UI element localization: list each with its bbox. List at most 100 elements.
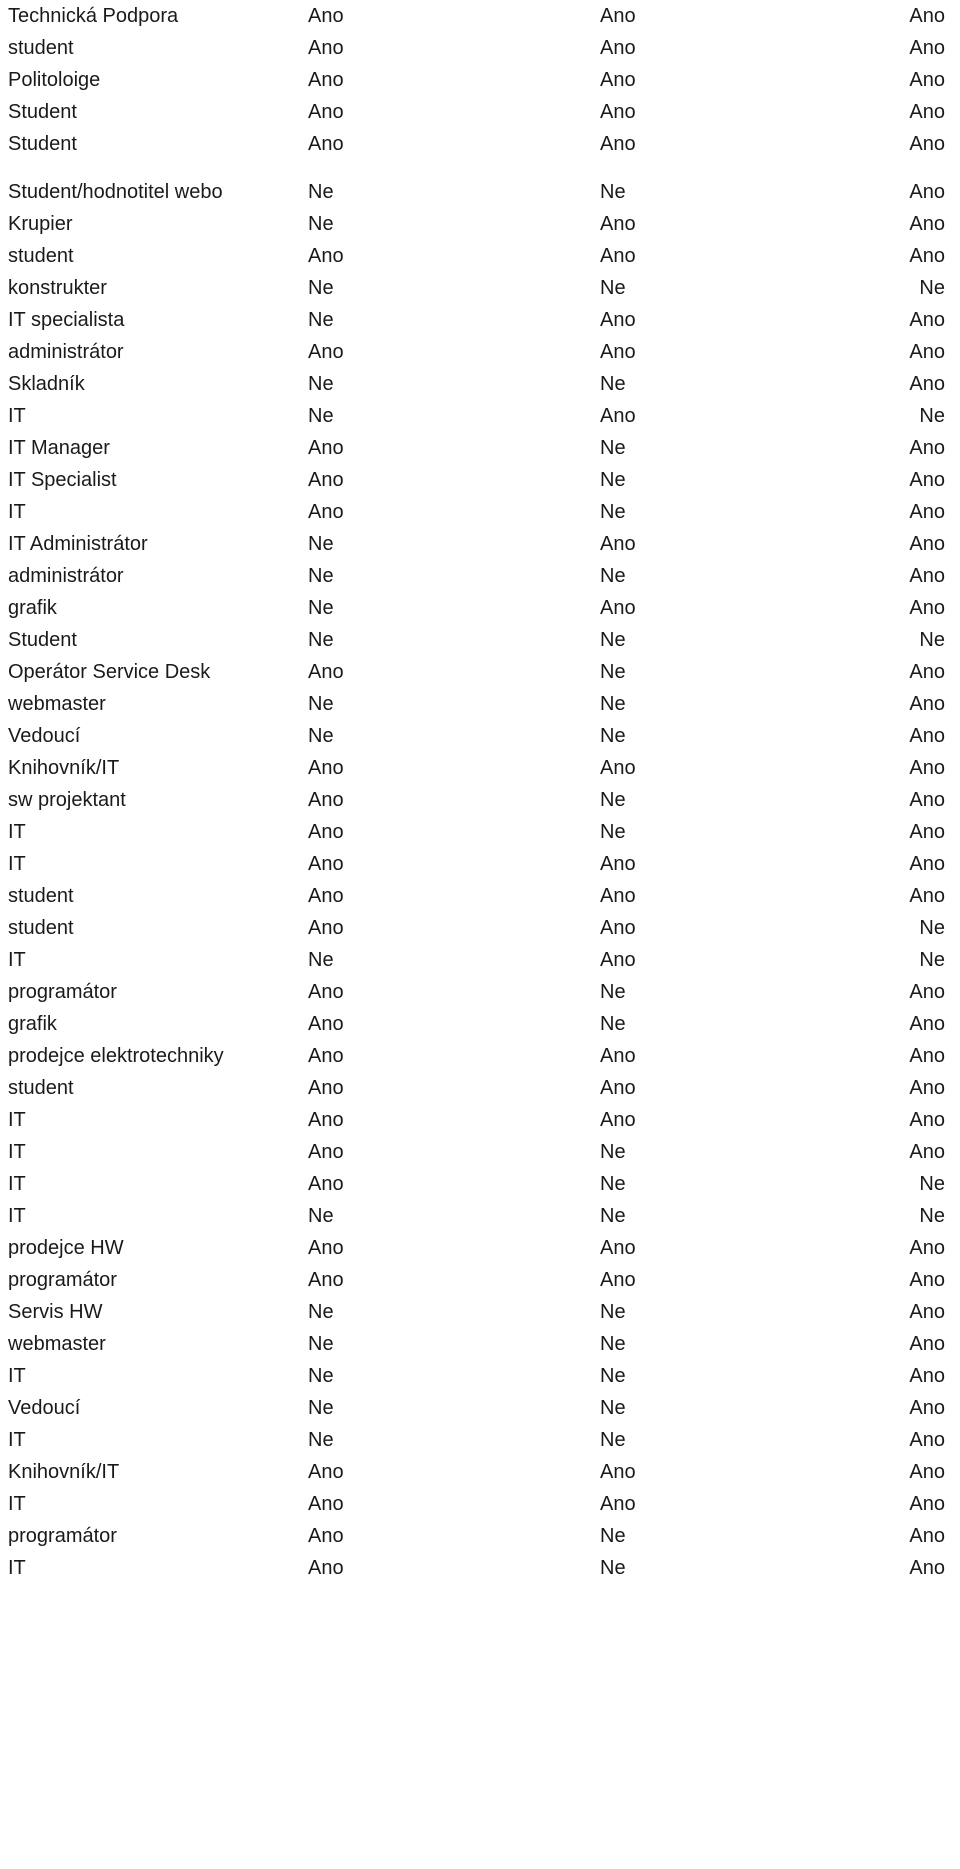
cell-role[interactable]: IT [8, 1200, 304, 1232]
cell-value-1[interactable]: Ano [308, 880, 428, 912]
cell-value-3[interactable]: Ano [805, 96, 945, 128]
cell-role[interactable]: Vedoucí [8, 1392, 304, 1424]
cell-value-1[interactable]: Ne [308, 208, 428, 240]
table-row[interactable]: Servis HW Ne Ne Ano [0, 1296, 960, 1328]
table-row[interactable]: IT specialista Ne Ano Ano [0, 304, 960, 336]
cell-value-3[interactable]: Ano [805, 1360, 945, 1392]
cell-value-2[interactable]: Ne [600, 1520, 720, 1552]
cell-value-2[interactable]: Ne [600, 1168, 720, 1200]
cell-value-2[interactable]: Ano [600, 880, 720, 912]
cell-value-2[interactable]: Ne [600, 272, 720, 304]
cell-role[interactable]: IT [8, 1168, 304, 1200]
cell-role[interactable]: programátor [8, 976, 304, 1008]
cell-value-1[interactable]: Ano [308, 784, 428, 816]
cell-value-2[interactable]: Ano [600, 240, 720, 272]
cell-value-1[interactable]: Ne [308, 1424, 428, 1456]
cell-value-1[interactable]: Ano [308, 1232, 428, 1264]
cell-role[interactable]: IT specialista [8, 304, 304, 336]
cell-value-1[interactable]: Ano [308, 432, 428, 464]
cell-value-1[interactable]: Ne [308, 688, 428, 720]
cell-value-2[interactable]: Ano [600, 128, 720, 160]
cell-value-3[interactable]: Ano [805, 128, 945, 160]
table-row[interactable]: grafik Ne Ano Ano [0, 592, 960, 624]
table-row[interactable]: IT Ne Ano Ne [0, 944, 960, 976]
cell-role[interactable]: IT Administrátor [8, 528, 304, 560]
cell-value-3[interactable]: Ano [805, 240, 945, 272]
cell-value-2[interactable]: Ne [600, 624, 720, 656]
cell-value-2[interactable]: Ano [600, 96, 720, 128]
cell-value-3[interactable]: Ano [805, 880, 945, 912]
cell-value-1[interactable]: Ne [308, 624, 428, 656]
table-row[interactable]: IT Ne Ne Ano [0, 1424, 960, 1456]
cell-value-1[interactable]: Ano [308, 816, 428, 848]
cell-value-3[interactable]: Ne [805, 912, 945, 944]
cell-value-2[interactable]: Ano [600, 1456, 720, 1488]
cell-value-2[interactable]: Ne [600, 560, 720, 592]
cell-value-3[interactable]: Ano [805, 1328, 945, 1360]
cell-value-3[interactable]: Ano [805, 32, 945, 64]
table-row[interactable]: IT Ano Ne Ano [0, 1136, 960, 1168]
cell-value-1[interactable]: Ne [308, 176, 428, 208]
table-row[interactable]: Student Ano Ano Ano [0, 128, 960, 160]
cell-role[interactable]: student [8, 1072, 304, 1104]
cell-role[interactable]: Knihovník/IT [8, 1456, 304, 1488]
cell-value-1[interactable]: Ano [308, 1136, 428, 1168]
cell-value-1[interactable]: Ne [308, 1392, 428, 1424]
cell-role[interactable]: IT Specialist [8, 464, 304, 496]
cell-value-2[interactable]: Ne [600, 464, 720, 496]
cell-role[interactable]: konstrukter [8, 272, 304, 304]
cell-value-2[interactable]: Ne [600, 1424, 720, 1456]
cell-value-3[interactable]: Ne [805, 400, 945, 432]
cell-value-1[interactable]: Ano [308, 128, 428, 160]
table-row[interactable]: IT Ne Ne Ne [0, 1200, 960, 1232]
table-row[interactable]: IT Ano Ano Ano [0, 1488, 960, 1520]
cell-value-2[interactable]: Ano [600, 528, 720, 560]
cell-role[interactable]: IT [8, 816, 304, 848]
cell-value-3[interactable]: Ano [805, 496, 945, 528]
cell-value-1[interactable]: Ne [308, 272, 428, 304]
cell-role[interactable]: Knihovník/IT [8, 752, 304, 784]
cell-value-2[interactable]: Ne [600, 496, 720, 528]
cell-role[interactable]: IT [8, 1136, 304, 1168]
cell-value-3[interactable]: Ano [805, 528, 945, 560]
cell-value-3[interactable]: Ano [805, 1424, 945, 1456]
cell-value-3[interactable]: Ano [805, 176, 945, 208]
cell-value-2[interactable]: Ano [600, 848, 720, 880]
cell-value-1[interactable]: Ano [308, 96, 428, 128]
cell-value-1[interactable]: Ne [308, 944, 428, 976]
cell-value-2[interactable]: Ano [600, 32, 720, 64]
cell-role[interactable]: programátor [8, 1520, 304, 1552]
cell-value-2[interactable]: Ano [600, 1072, 720, 1104]
cell-value-2[interactable]: Ano [600, 944, 720, 976]
table-row[interactable]: prodejce elektrotechniky Ano Ano Ano [0, 1040, 960, 1072]
table-row[interactable]: student Ano Ano Ano [0, 240, 960, 272]
cell-value-2[interactable]: Ano [600, 1104, 720, 1136]
cell-value-1[interactable]: Ano [308, 1264, 428, 1296]
cell-value-1[interactable]: Ano [308, 752, 428, 784]
cell-value-2[interactable]: Ano [600, 912, 720, 944]
cell-value-2[interactable]: Ano [600, 208, 720, 240]
table-row[interactable]: programátor Ano Ne Ano [0, 976, 960, 1008]
table-row[interactable]: Knihovník/IT Ano Ano Ano [0, 1456, 960, 1488]
cell-value-1[interactable]: Ne [308, 1360, 428, 1392]
cell-value-1[interactable]: Ano [308, 32, 428, 64]
table-row[interactable]: sw projektant Ano Ne Ano [0, 784, 960, 816]
cell-value-3[interactable]: Ano [805, 208, 945, 240]
cell-value-1[interactable]: Ano [308, 496, 428, 528]
table-row[interactable]: administrátor Ne Ne Ano [0, 560, 960, 592]
cell-value-2[interactable]: Ne [600, 1552, 720, 1584]
table-row[interactable]: Vedoucí Ne Ne Ano [0, 720, 960, 752]
cell-value-3[interactable]: Ano [805, 304, 945, 336]
cell-value-3[interactable]: Ano [805, 1456, 945, 1488]
cell-value-3[interactable]: Ano [805, 752, 945, 784]
cell-role[interactable]: Technická Podpora [8, 0, 304, 32]
table-row[interactable]: programátor Ano Ne Ano [0, 1520, 960, 1552]
cell-value-3[interactable]: Ano [805, 336, 945, 368]
cell-value-2[interactable]: Ano [600, 1040, 720, 1072]
cell-role[interactable]: Student [8, 128, 304, 160]
cell-value-2[interactable]: Ano [600, 1264, 720, 1296]
cell-value-3[interactable]: Ano [805, 560, 945, 592]
table-row[interactable]: IT Manager Ano Ne Ano [0, 432, 960, 464]
cell-value-2[interactable]: Ne [600, 656, 720, 688]
table-row[interactable]: administrátor Ano Ano Ano [0, 336, 960, 368]
